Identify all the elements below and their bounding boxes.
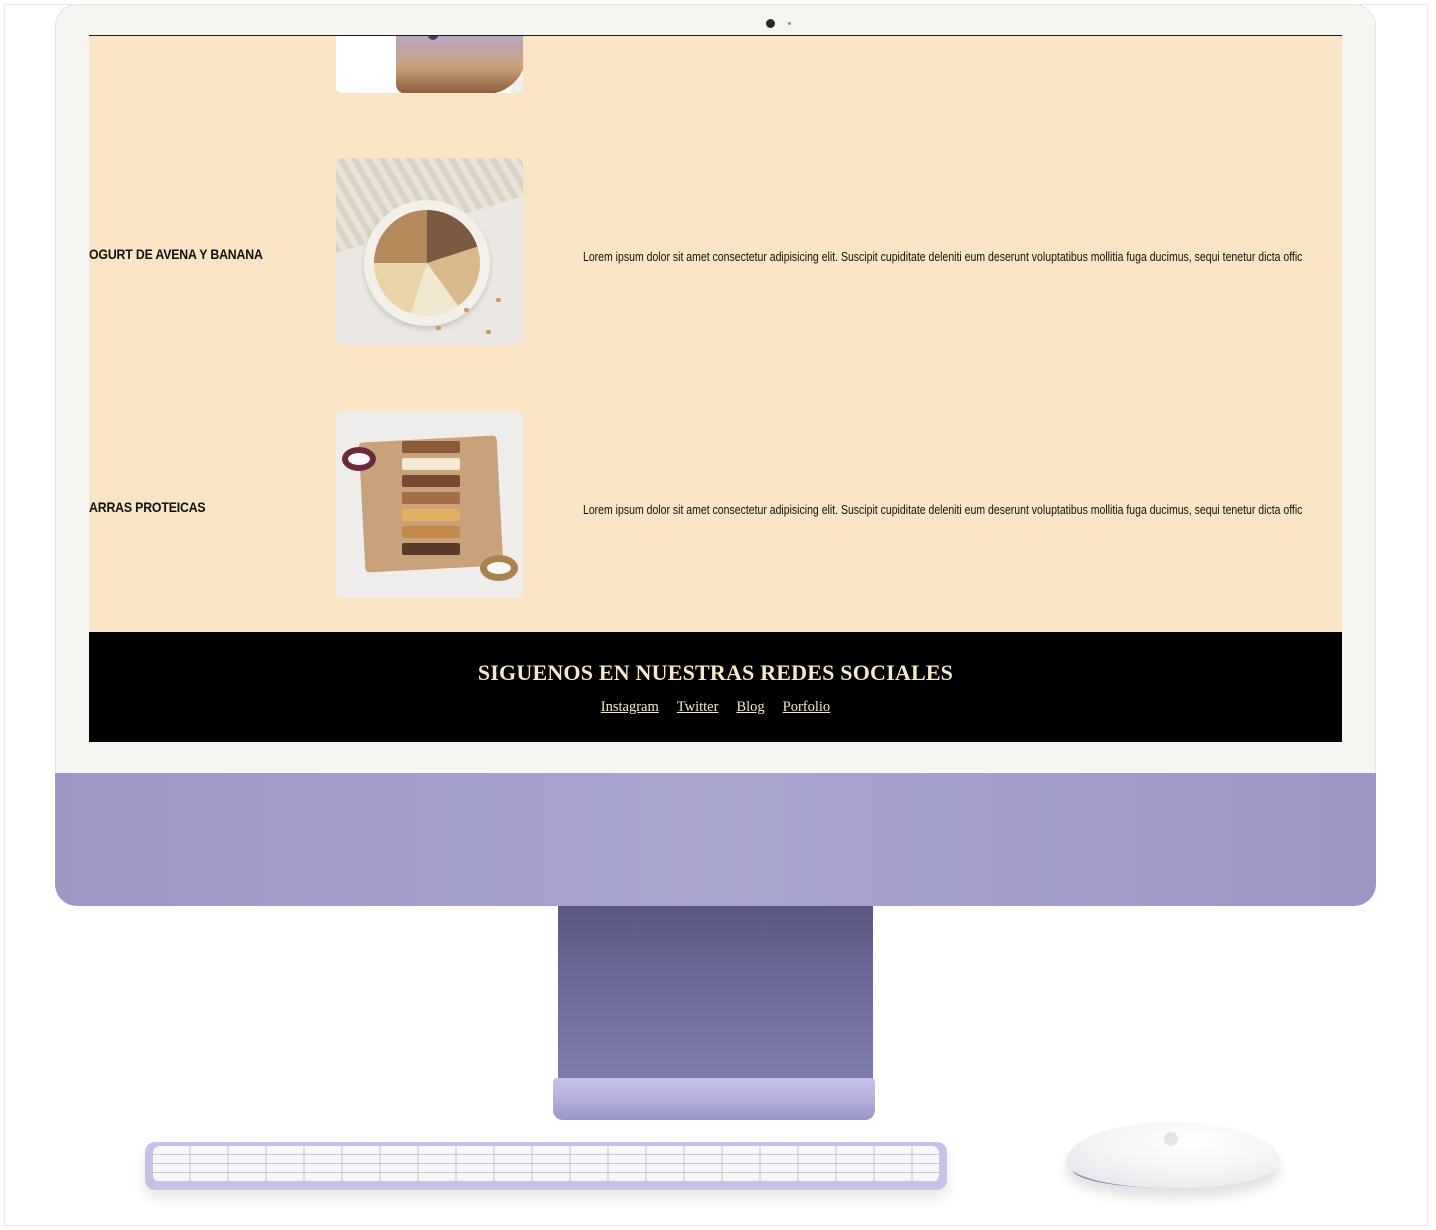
social-links: Instagram Twitter Blog Porfolio: [89, 699, 1342, 716]
apple-logo-icon: [1164, 1132, 1178, 1146]
twitter-link[interactable]: Twitter: [677, 699, 719, 716]
website-screen: OGURT DE AVENA Y BANANA Lorem ipsum dolo…: [89, 35, 1342, 742]
monitor-stand: [558, 906, 873, 1086]
camera-indicator-icon: [788, 22, 791, 25]
product-image-yogurt: [336, 158, 523, 345]
porfolio-link[interactable]: Porfolio: [783, 699, 831, 716]
product-image-bars: [336, 411, 523, 598]
monitor-stand-base: [553, 1078, 875, 1120]
product-description: Lorem ipsum dolor sit amet consectetur a…: [583, 503, 1303, 517]
product-image-top: [336, 36, 523, 93]
keyboard: [145, 1142, 947, 1190]
instagram-link[interactable]: Instagram: [601, 699, 659, 716]
product-description: Lorem ipsum dolor sit amet consectetur a…: [583, 250, 1303, 264]
product-title: ARRAS PROTEICAS: [89, 499, 206, 515]
monitor-chin: [55, 773, 1376, 906]
footer-title: SIGUENOS EN NUESTRAS REDES SOCIALES: [477, 660, 954, 685]
keyboard-keys: [153, 1146, 939, 1182]
camera-icon: [766, 19, 775, 28]
social-footer: SIGUENOS EN NUESTRAS REDES SOCIALES Inst…: [89, 632, 1342, 742]
blog-link[interactable]: Blog: [736, 699, 764, 716]
product-title: OGURT DE AVENA Y BANANA: [89, 246, 263, 262]
